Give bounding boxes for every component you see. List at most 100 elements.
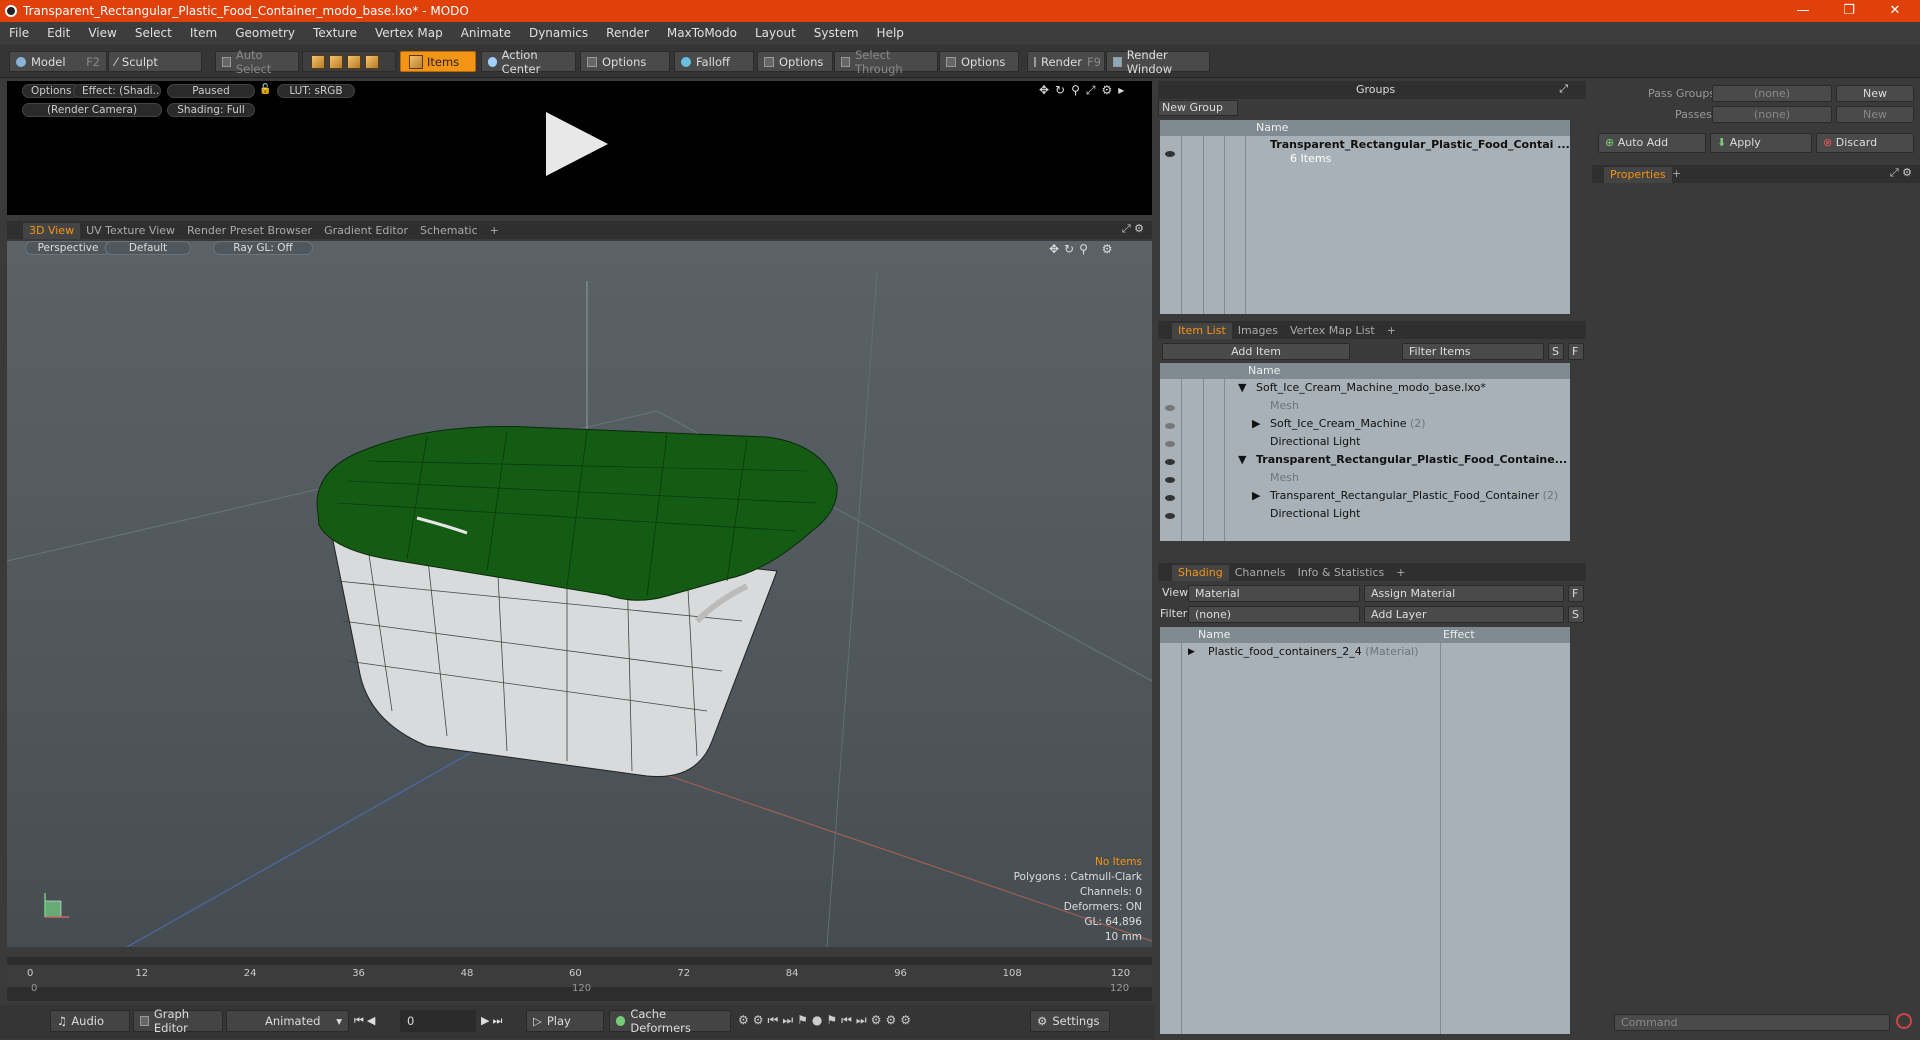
item-list-row[interactable]: Directional Light	[1270, 433, 1360, 451]
3d-viewport[interactable]: Perspective Default Ray GL: Off ✥↻⚲ ⚙ No…	[7, 241, 1152, 947]
passes-dropdown[interactable]: (none)	[1712, 106, 1832, 123]
item-list-row[interactable]: Directional Light	[1270, 505, 1360, 523]
filter-dropdown[interactable]: (none)	[1188, 606, 1360, 623]
skip-back-icons[interactable]: ⏮◀	[354, 1014, 378, 1028]
tab-channels[interactable]: Channels	[1229, 565, 1292, 581]
expand-arrow-icon[interactable]: ▼	[1238, 451, 1246, 469]
shader-tree[interactable]: Name Effect ▶ Plastic_food_containers_2_…	[1160, 627, 1570, 1034]
action-center-button[interactable]: Action Center	[481, 48, 576, 76]
auto-select-button[interactable]: Auto Select	[215, 48, 299, 76]
expand-arrow-icon[interactable]: ▼	[1238, 379, 1246, 397]
select-through-button[interactable]: Select Through	[834, 48, 938, 76]
render-preview[interactable]: Options Effect: (Shadi... Paused 🔓 LUT: …	[7, 81, 1152, 215]
timeline[interactable]: 0 12 24 36 48 60 72 84 96 108 120 0 120 120	[7, 957, 1152, 1001]
model-mode-button[interactable]: Model F2	[9, 51, 107, 72]
action-center-options-button[interactable]: Options	[580, 51, 670, 72]
add-layer-dropdown[interactable]: Add Layer	[1364, 606, 1564, 623]
render-button[interactable]: Render F9	[1027, 51, 1105, 72]
menu-maxtomodo[interactable]: MaxToModo	[658, 26, 746, 40]
tab-properties[interactable]: Properties	[1604, 167, 1672, 183]
item-list-row[interactable]: Transparent_Rectangular_Plastic_Food_Con…	[1270, 487, 1558, 505]
render-window-button[interactable]: Render Window	[1106, 48, 1210, 76]
pass-groups-dropdown[interactable]: (none)	[1712, 85, 1832, 102]
skip-forward-icons[interactable]: ▶⏭	[481, 1014, 505, 1028]
menu-animate[interactable]: Animate	[452, 26, 520, 40]
record-icon[interactable]	[1896, 1013, 1912, 1029]
group-item[interactable]: Transparent_Rectangular_Plastic_Food_Con…	[1270, 138, 1570, 152]
preview-nav-icons[interactable]: ✥↻⚲⤢⚙▸	[1039, 83, 1130, 98]
audio-button[interactable]: ♫ Audio	[50, 1010, 130, 1032]
item-list-row[interactable]: Mesh	[1270, 397, 1299, 415]
visibility-icon[interactable]	[1165, 441, 1175, 447]
menu-dynamics[interactable]: Dynamics	[520, 26, 597, 40]
s-toggle[interactable]: S	[1548, 343, 1564, 360]
menu-view[interactable]: View	[79, 26, 125, 40]
view-dropdown[interactable]: Material	[1188, 585, 1360, 602]
assign-material-button[interactable]: Assign Material	[1364, 585, 1564, 602]
expand-icon[interactable]: ⤢ ⚙	[1890, 166, 1912, 180]
falloff-button[interactable]: Falloff	[674, 51, 754, 72]
expand-arrow-icon[interactable]: ▶	[1188, 643, 1195, 661]
new-pass-group-button[interactable]: New	[1836, 85, 1914, 102]
viewport-expand-icon[interactable]: ⤢ ⚙	[1122, 222, 1144, 236]
discard-button[interactable]: ⊗ Discard	[1816, 133, 1914, 153]
expand-arrow-icon[interactable]: ▶	[1252, 415, 1260, 433]
visibility-icon[interactable]	[1165, 405, 1175, 411]
f-toggle[interactable]: F	[1568, 343, 1584, 360]
key-tool-icons[interactable]: ⚙⚙⏮⏭⚑●⚑⏮⏭⚙⚙⚙	[738, 1013, 915, 1028]
add-tab-button[interactable]: +	[484, 223, 505, 239]
f-toggle[interactable]: F	[1568, 585, 1584, 602]
animated-dropdown[interactable]: Animated ▾	[226, 1010, 349, 1032]
apply-button[interactable]: ⬇ Apply	[1710, 133, 1812, 153]
lut-dropdown[interactable]: LUT: sRGB	[277, 84, 355, 98]
visibility-icon[interactable]	[1165, 459, 1175, 465]
add-tab-button[interactable]: +	[1381, 323, 1402, 339]
tab-vertex-map-list[interactable]: Vertex Map List	[1284, 323, 1381, 339]
tab-images[interactable]: Images	[1232, 323, 1284, 339]
item-list-row[interactable]: Soft_Ice_Cream_Machine (2)	[1270, 415, 1426, 433]
visibility-icon[interactable]	[1165, 151, 1175, 157]
add-tab-button[interactable]: +	[1672, 167, 1681, 180]
close-button[interactable]: ✕	[1872, 0, 1918, 22]
edges-mode-icon[interactable]	[329, 54, 343, 69]
visibility-icon[interactable]	[1165, 513, 1175, 519]
minimize-button[interactable]: —	[1780, 0, 1826, 22]
polygons-mode-icon[interactable]	[347, 54, 361, 69]
menu-item[interactable]: Item	[181, 26, 226, 40]
tab-render-preset-browser[interactable]: Render Preset Browser	[181, 223, 318, 239]
select-through-options-button[interactable]: Options	[939, 51, 1019, 72]
menu-geometry[interactable]: Geometry	[226, 26, 304, 40]
visibility-icon[interactable]	[1165, 495, 1175, 501]
command-input[interactable]: Command	[1614, 1014, 1890, 1031]
menu-file[interactable]: File	[0, 26, 38, 40]
tab-shading[interactable]: Shading	[1172, 565, 1229, 581]
preview-effect-dropdown[interactable]: Effect: (Shadi...	[73, 84, 161, 98]
tab-3d-view[interactable]: 3D View	[23, 223, 81, 239]
add-tab-button[interactable]: +	[1390, 565, 1411, 581]
shading-dropdown[interactable]: Shading: Full	[167, 103, 255, 117]
new-pass-button[interactable]: New	[1836, 106, 1914, 123]
tab-uv-texture-view[interactable]: UV Texture View	[80, 223, 181, 239]
play-preview-icon[interactable]	[544, 110, 610, 178]
cache-deformers-button[interactable]: Cache Deformers	[609, 1007, 731, 1035]
menu-system[interactable]: System	[805, 26, 868, 40]
menu-select[interactable]: Select	[126, 26, 181, 40]
graph-editor-button[interactable]: Graph Editor	[133, 1007, 223, 1035]
tab-gradient-editor[interactable]: Gradient Editor	[318, 223, 414, 239]
menu-help[interactable]: Help	[868, 26, 913, 40]
tab-item-list[interactable]: Item List	[1172, 323, 1232, 339]
s-toggle[interactable]: S	[1568, 606, 1584, 623]
add-item-dropdown[interactable]: Add Item	[1162, 343, 1350, 360]
sculpt-mode-button[interactable]: ⁄ Sculpt	[108, 51, 202, 72]
falloff-options-button[interactable]: Options	[757, 51, 833, 72]
menu-vertex-map[interactable]: Vertex Map	[366, 26, 452, 40]
menu-render[interactable]: Render	[597, 26, 658, 40]
lock-icon[interactable]: 🔓	[259, 84, 271, 96]
materials-mode-icon[interactable]	[365, 54, 379, 69]
expand-arrow-icon[interactable]: ▶	[1252, 487, 1260, 505]
settings-button[interactable]: ⚙ Settings	[1030, 1010, 1110, 1032]
visibility-icon[interactable]	[1165, 477, 1175, 483]
item-list-row[interactable]: Transparent_Rectangular_Plastic_Food_Con…	[1256, 451, 1567, 469]
tab-info-statistics[interactable]: Info & Statistics	[1292, 565, 1391, 581]
item-list-row[interactable]: Mesh	[1270, 469, 1299, 487]
